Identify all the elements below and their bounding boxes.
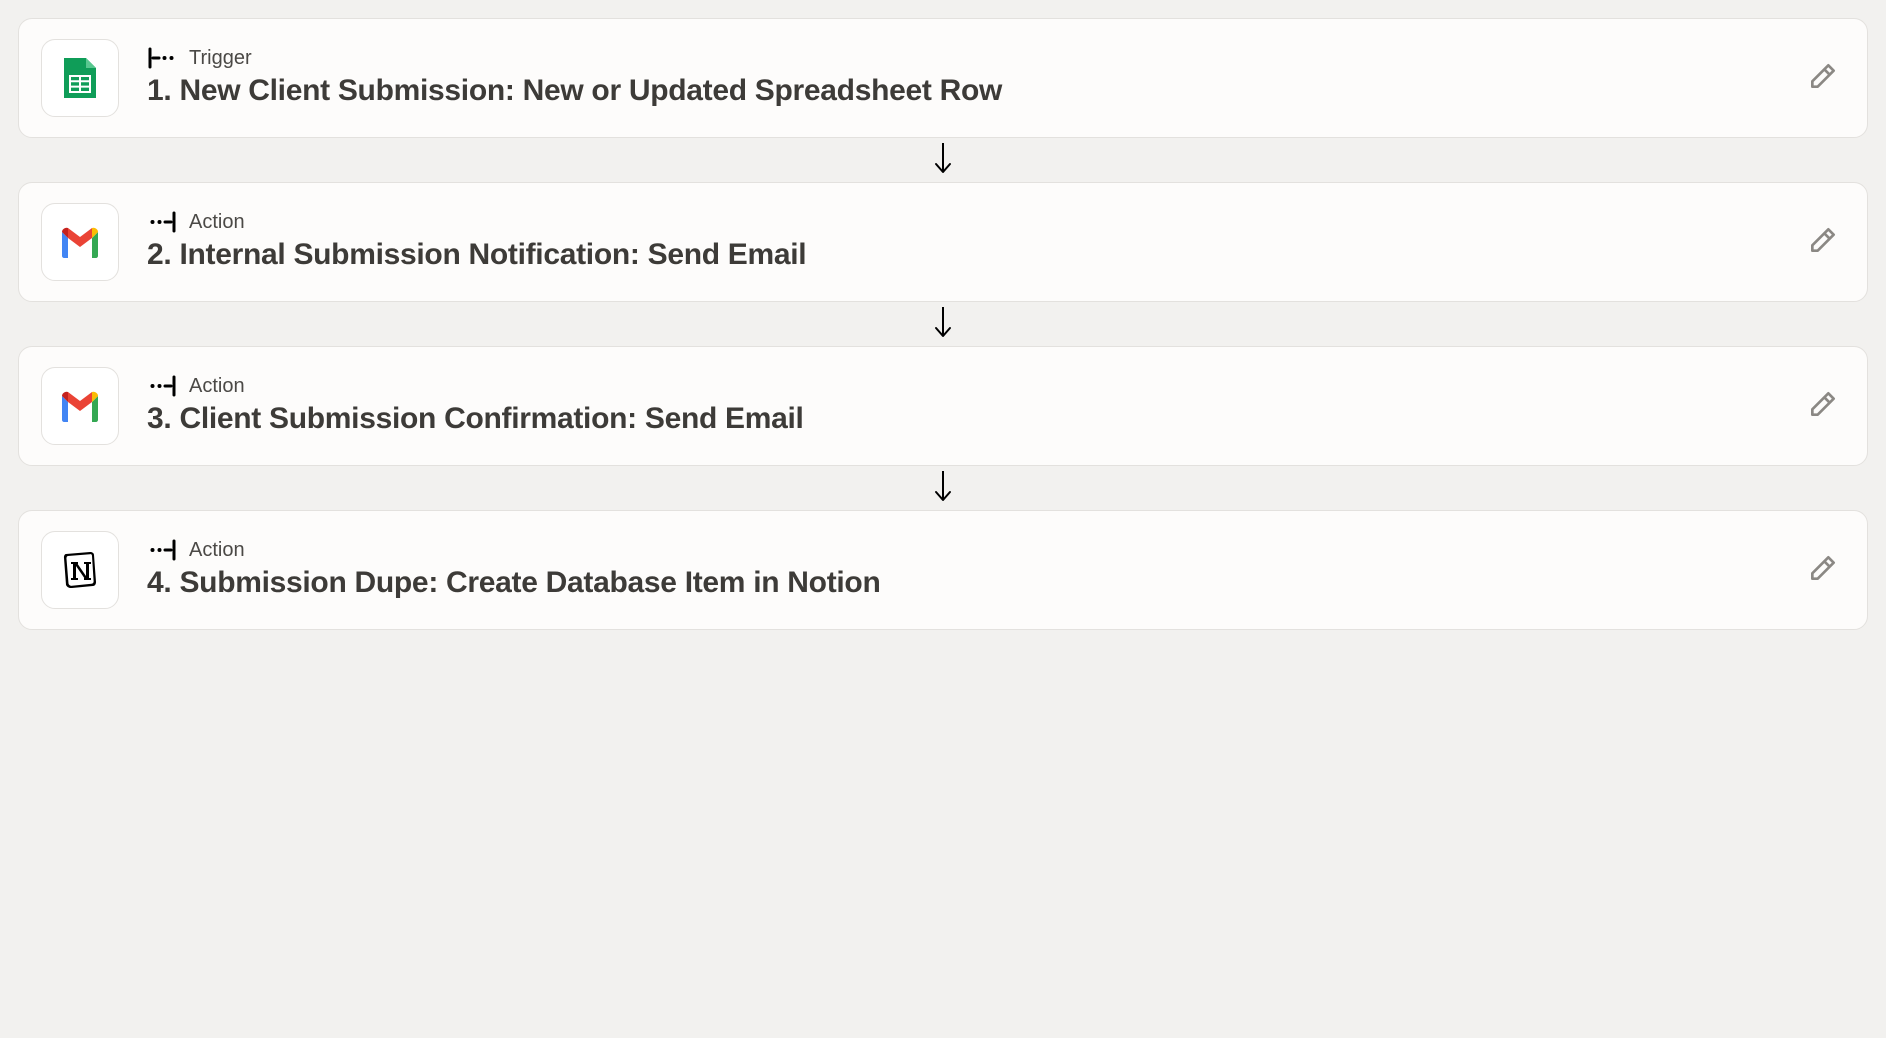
edit-button[interactable] bbox=[1801, 384, 1845, 428]
action-icon bbox=[147, 539, 177, 561]
google-sheets-icon bbox=[41, 39, 119, 117]
step-card-4[interactable]: Action 4. Submission Dupe: Create Databa… bbox=[18, 510, 1868, 630]
pencil-icon bbox=[1807, 224, 1839, 261]
step-body: Action 3. Client Submission Confirmation… bbox=[147, 375, 1773, 437]
step-body: Trigger 1. New Client Submission: New or… bbox=[147, 47, 1773, 109]
step-card-1[interactable]: Trigger 1. New Client Submission: New or… bbox=[18, 18, 1868, 138]
step-title: 2. Internal Submission Notification: Sen… bbox=[147, 237, 1773, 273]
action-icon bbox=[147, 375, 177, 397]
action-icon bbox=[147, 211, 177, 233]
step-meta: Action bbox=[147, 375, 1773, 397]
edit-button[interactable] bbox=[1801, 56, 1845, 100]
automation-flow: Trigger 1. New Client Submission: New or… bbox=[18, 18, 1868, 630]
notion-icon bbox=[41, 531, 119, 609]
pencil-icon bbox=[1807, 552, 1839, 589]
step-card-2[interactable]: Action 2. Internal Submission Notificati… bbox=[18, 182, 1868, 302]
pencil-icon bbox=[1807, 388, 1839, 425]
step-kind-label: Trigger bbox=[189, 48, 252, 68]
flow-connector bbox=[18, 466, 1868, 510]
step-title: 3. Client Submission Confirmation: Send … bbox=[147, 401, 1773, 437]
arrow-down-icon bbox=[933, 469, 953, 508]
arrow-down-icon bbox=[933, 305, 953, 344]
step-kind-label: Action bbox=[189, 540, 245, 560]
step-meta: Action bbox=[147, 539, 1773, 561]
step-meta: Trigger bbox=[147, 47, 1773, 69]
step-card-3[interactable]: Action 3. Client Submission Confirmation… bbox=[18, 346, 1868, 466]
gmail-icon bbox=[41, 367, 119, 445]
step-body: Action 2. Internal Submission Notificati… bbox=[147, 211, 1773, 273]
edit-button[interactable] bbox=[1801, 220, 1845, 264]
step-kind-label: Action bbox=[189, 376, 245, 396]
gmail-icon bbox=[41, 203, 119, 281]
trigger-icon bbox=[147, 47, 177, 69]
edit-button[interactable] bbox=[1801, 548, 1845, 592]
pencil-icon bbox=[1807, 60, 1839, 97]
step-kind-label: Action bbox=[189, 212, 245, 232]
flow-connector bbox=[18, 302, 1868, 346]
step-body: Action 4. Submission Dupe: Create Databa… bbox=[147, 539, 1773, 601]
step-title: 1. New Client Submission: New or Updated… bbox=[147, 73, 1773, 109]
step-title: 4. Submission Dupe: Create Database Item… bbox=[147, 565, 1773, 601]
flow-connector bbox=[18, 138, 1868, 182]
step-meta: Action bbox=[147, 211, 1773, 233]
arrow-down-icon bbox=[933, 141, 953, 180]
